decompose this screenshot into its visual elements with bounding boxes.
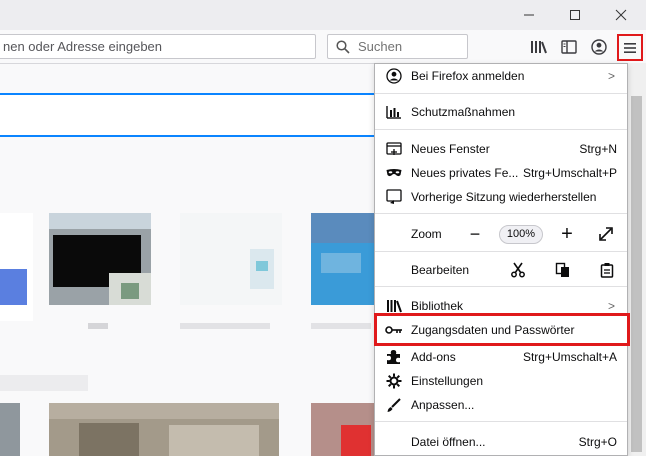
paste-button[interactable] [598,261,616,279]
private-mask-icon [385,164,403,182]
app-menu-panel: Bei Firefox anmelden > Schutzmaßnahmen N… [374,63,628,456]
restore-session-icon [385,188,403,206]
menu-item-label: Bibliothek [411,299,464,313]
menu-item-shortcut: Strg+N [579,142,617,156]
account-icon [385,67,403,85]
menu-item-label: Bei Firefox anmelden [411,69,525,83]
chevron-right-icon: > [607,69,615,83]
puzzle-piece-icon [385,348,403,366]
section-header [0,375,88,391]
paintbrush-icon [385,396,403,414]
highlight-card[interactable] [0,403,20,456]
menu-item-label: Vorherige Sitzung wiederherstellen [411,190,597,204]
highlight-card[interactable] [49,403,279,456]
menu-item-open-file[interactable]: Datei öffnen... Strg+O [375,430,627,454]
menu-item-restore-session[interactable]: Vorherige Sitzung wiederherstellen [375,185,627,209]
menu-item-label: Zugangsdaten und Passwörter [411,323,575,337]
menu-item-sign-in[interactable]: Bei Firefox anmelden > [375,64,627,88]
library-button[interactable] [527,35,551,59]
menu-separator [375,213,627,214]
bar-chart-icon [385,103,403,121]
top-site-tile[interactable] [49,213,151,305]
title-bar [0,0,646,30]
sidebar-icon [561,40,577,54]
menu-item-addons[interactable]: Add-ons Strg+Umschalt+A [375,345,627,369]
library-icon [385,297,403,315]
nav-toolbar: nen oder Adresse eingeben Suchen [0,30,646,64]
menu-row-edit: Bearbeiten [375,258,627,282]
menu-item-shortcut: Strg+Umschalt+P [522,166,617,180]
sidebar-button[interactable] [557,35,581,59]
menu-item-library[interactable]: Bibliothek > [375,294,627,318]
menu-item-protections[interactable]: Schutzmaßnahmen [375,100,627,124]
menu-item-shortcut: Strg+O [578,435,617,449]
menu-item-label: Neues privates Fe... [411,166,519,180]
tile-label [311,323,371,329]
key-icon [385,321,403,339]
close-icon [615,9,627,21]
library-icon [531,41,547,54]
menu-item-passwords[interactable]: Zugangsdaten und Passwörter [375,318,627,342]
gear-icon [385,372,403,390]
top-site-tile[interactable] [311,213,381,305]
scissors-icon [511,262,525,278]
scrollbar-thumb[interactable] [631,96,642,452]
zoom-label: Zoom [411,227,442,241]
menu-item-label: Datei öffnen... [411,435,486,449]
hamburger-icon [624,42,636,53]
menu-separator [375,421,627,422]
menu-item-label: Neues Fenster [411,142,490,156]
url-input[interactable]: nen oder Adresse eingeben [0,34,316,59]
page-search-box[interactable] [0,93,390,137]
top-site-tile[interactable] [180,213,282,305]
app-menu-button[interactable] [617,34,643,61]
menu-item-settings[interactable]: Einstellungen [375,369,627,393]
clipboard-icon [600,263,614,278]
menu-item-label: Add-ons [411,350,456,364]
zoom-reset-button[interactable]: 100% [499,225,543,244]
top-site-tile[interactable] [0,213,33,321]
search-input[interactable]: Suchen [327,34,468,59]
menu-item-new-private-window[interactable]: Neues privates Fe... Strg+Umschalt+P [375,161,627,185]
menu-separator [375,251,627,252]
fullscreen-icon [599,227,613,241]
menu-item-shortcut: Strg+Umschalt+A [522,350,617,364]
tile-label [88,323,108,329]
close-button[interactable] [598,0,644,30]
menu-item-customize[interactable]: Anpassen... [375,393,627,417]
menu-separator [375,286,627,287]
maximize-button[interactable] [552,0,598,30]
menu-separator [375,93,627,94]
minimize-button[interactable] [506,0,552,30]
menu-row-zoom: Zoom − 100% + [375,222,627,246]
cut-button[interactable] [509,261,527,279]
edit-label: Bearbeiten [411,263,470,277]
menu-item-new-window[interactable]: Neues Fenster Strg+N [375,137,627,161]
minimize-icon [524,14,534,16]
menu-item-label: Einstellungen [411,374,484,388]
new-window-icon [385,140,403,158]
tile-label [180,323,270,329]
menu-separator [375,129,627,130]
search-icon [336,39,350,54]
highlight-card[interactable] [311,403,381,456]
menu-item-label: Anpassen... [411,398,475,412]
zoom-out-button[interactable]: − [467,222,483,246]
maximize-icon [570,10,580,20]
copy-button[interactable] [554,261,572,279]
chevron-right-icon: > [607,299,615,313]
menu-item-label: Schutzmaßnahmen [411,105,516,119]
search-placeholder: Suchen [358,39,403,54]
account-button[interactable] [587,35,611,59]
copy-icon [555,262,569,277]
account-icon [591,39,607,55]
zoom-in-button[interactable]: + [558,222,576,246]
fullscreen-button[interactable] [597,225,615,243]
